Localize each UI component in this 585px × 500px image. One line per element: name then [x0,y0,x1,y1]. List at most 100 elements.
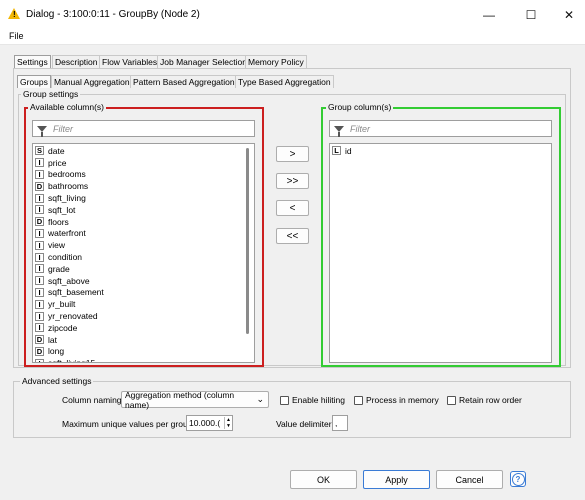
available-list-item[interactable]: Isqft_living15 [33,357,254,362]
column-type-icon: L [332,146,341,156]
group-list-item[interactable]: Lid [330,145,551,157]
column-name: price [48,157,67,168]
remove-all-button[interactable]: << [276,228,309,244]
column-type-icon: I [35,287,44,297]
column-name: sqft_living15 [48,358,95,362]
tab-job-manager-selection[interactable]: Job Manager Selection [157,55,250,68]
enable-hiliting-label: Enable hiliting [292,395,345,405]
column-type-icon: I [35,240,44,250]
column-name: long [48,346,65,357]
column-type-icon: I [35,193,44,203]
column-type-icon: I [35,323,44,333]
available-list-item[interactable]: Dlong [33,346,254,358]
group-columns-list[interactable]: Lid [329,143,552,363]
divider [0,44,585,45]
available-list-item[interactable]: Iprice [33,157,254,169]
tab-description[interactable]: Description [52,55,101,68]
column-type-icon: I [35,276,44,286]
column-type-icon: I [35,205,44,215]
help-icon: ? [511,472,525,486]
column-name: sqft_lot [48,204,76,215]
column-name: sqft_above [48,275,90,286]
available-filter-placeholder: Filter [53,123,73,134]
column-name: yr_built [48,299,76,310]
filter-icon [37,125,47,137]
window-title: Dialog - 3:100:0:11 - GroupBy (Node 2) [26,9,200,20]
column-type-icon: I [35,228,44,238]
column-name: zipcode [48,322,78,333]
maximize-button[interactable]: ☐ [512,0,550,30]
tab-settings[interactable]: Settings [14,55,51,68]
apply-button[interactable]: Apply [363,470,430,489]
chevron-down-icon: ⌄ [256,394,264,404]
max-unique-values-value: 10.000.( [189,418,221,428]
column-name: condition [48,252,83,263]
column-name: bathrooms [48,181,89,192]
available-list-item[interactable]: Isqft_living [33,192,254,204]
column-type-icon: I [35,311,44,321]
column-type-icon: D [35,335,44,345]
subtab-pattern-based-aggregation[interactable]: Pattern Based Aggregation [130,75,238,88]
process-in-memory-label: Process in memory [366,395,439,405]
ok-button[interactable]: OK [290,470,357,489]
warning-icon: ! [8,8,20,19]
group-settings-label: Group settings [21,89,81,99]
available-list-item[interactable]: Dlat [33,334,254,346]
column-type-icon: I [35,299,44,309]
tab-flow-variables[interactable]: Flow Variables [99,55,161,68]
available-list-item[interactable]: Isqft_above [33,275,254,287]
subtab-manual-aggregation[interactable]: Manual Aggregation [51,75,133,88]
spinner-arrows-icon[interactable]: ▲ ▼ [224,417,232,429]
tab-memory-policy[interactable]: Memory Policy [245,55,307,68]
available-filter-input[interactable]: Filter [32,120,255,137]
available-list-item[interactable]: Dbathrooms [33,180,254,192]
add-all-button[interactable]: >> [276,173,309,189]
available-list-item[interactable]: Isqft_lot [33,204,254,216]
advanced-settings-label: Advanced settings [20,376,94,386]
help-button[interactable]: ? [510,471,526,487]
column-type-icon: S [35,146,44,156]
value-delimiter-label: Value delimiter [276,419,332,429]
value-delimiter-input[interactable]: , [332,415,348,431]
menu-file[interactable]: File [9,31,24,41]
available-list-item[interactable]: Iwaterfront [33,228,254,240]
available-list-item[interactable]: Iview [33,239,254,251]
add-button[interactable]: > [276,146,309,162]
available-list-item[interactable]: Dfloors [33,216,254,228]
column-naming-select[interactable]: Aggregation method (column name) ⌄ [121,390,269,410]
available-list-item[interactable]: Igrade [33,263,254,275]
available-list-item[interactable]: Ibedrooms [33,169,254,181]
group-columns-label: Group column(s) [326,102,394,112]
retain-row-order-checkbox[interactable] [447,396,456,405]
column-name: lat [48,334,57,345]
max-unique-values-label: Maximum unique values per group [62,419,193,429]
subtab-type-based-aggregation[interactable]: Type Based Aggregation [235,75,334,88]
available-list-item[interactable]: Izipcode [33,322,254,334]
column-name: date [48,145,65,156]
available-list-item[interactable]: Isqft_basement [33,287,254,299]
column-name: floors [48,216,69,227]
available-list-item[interactable]: Sdate [33,145,254,157]
max-unique-values-spinner[interactable]: 10.000.( ▲ ▼ [186,415,233,431]
available-list-item[interactable]: Icondition [33,251,254,263]
group-filter-input[interactable]: Filter [329,120,552,137]
filter-icon [334,125,344,137]
available-columns-list[interactable]: Sdate Iprice Ibedrooms Dbathrooms Isqft_livi… [32,143,255,363]
column-type-icon: D [35,346,44,356]
available-list-item[interactable]: Iyr_renovated [33,310,254,322]
column-type-icon: I [35,158,44,168]
close-button[interactable]: ✕ [550,0,585,30]
available-columns-label: Available column(s) [28,102,107,112]
subtab-groups[interactable]: Groups [17,75,51,88]
enable-hiliting-checkbox[interactable] [280,396,289,405]
process-in-memory-checkbox[interactable] [354,396,363,405]
column-type-icon: D [35,181,44,191]
remove-button[interactable]: < [276,200,309,216]
column-name: id [345,145,352,156]
available-list-item[interactable]: Iyr_built [33,298,254,310]
column-name: waterfront [48,228,86,239]
cancel-button[interactable]: Cancel [436,470,503,489]
minimize-button[interactable]: — [470,0,508,30]
available-list-scrollbar[interactable] [246,148,249,334]
group-filter-placeholder: Filter [350,123,370,134]
